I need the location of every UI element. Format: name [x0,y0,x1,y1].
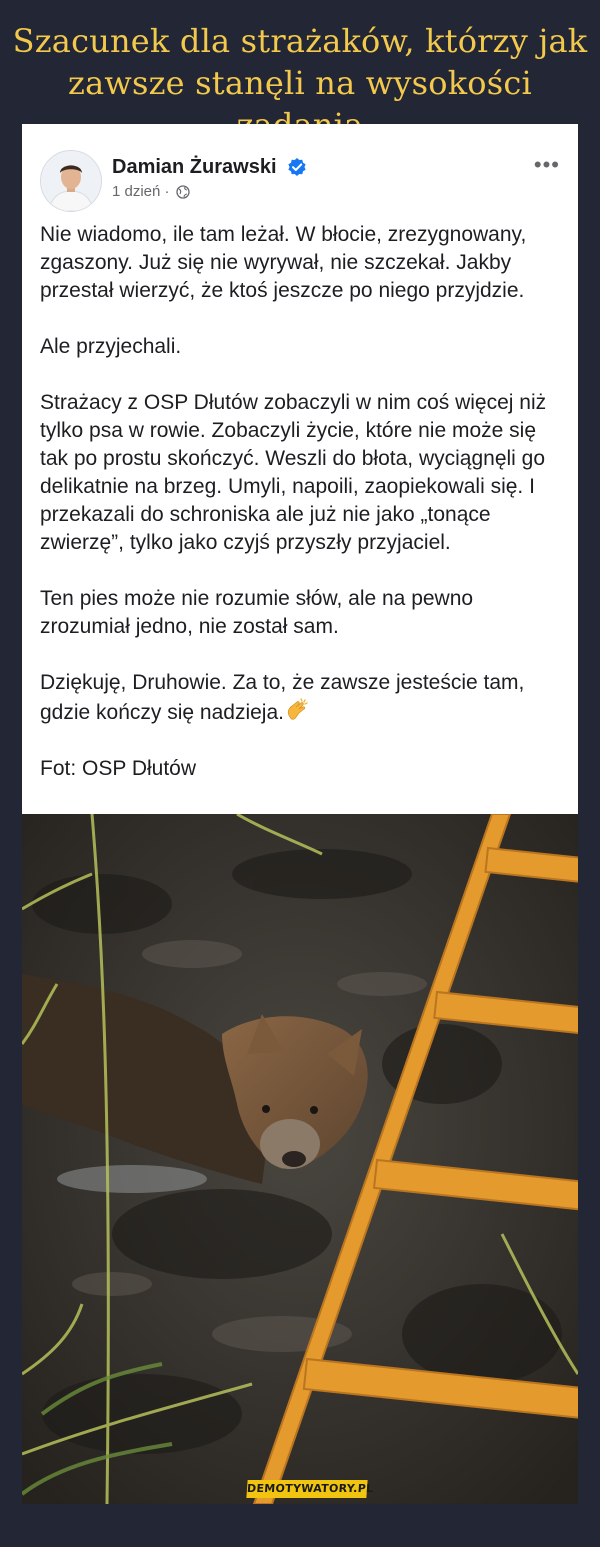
post-meta: 1 dzień · [112,182,307,202]
post-photo[interactable]: DEMOTYWATORY.PL [22,814,578,1504]
clapping-hands-icon [284,697,310,723]
photo-credit: Fot: OSP Dłutów [40,757,197,780]
post-paragraph: Strażacy z OSP Dłutów zobaczyli w nim co… [40,391,547,554]
post-paragraph: Ale przyjechali. [40,335,182,358]
watermark-logo: DEMOTYWATORY.PL [246,1480,374,1498]
headline-line-1: Szacunek dla strażaków, którzy jak [12,22,588,60]
author-name[interactable]: Damian Żurawski [112,154,277,180]
post-header: Damian Żurawski 1 dzień · ••• [40,150,560,212]
globe-icon [176,185,190,199]
facebook-post-card: Damian Żurawski 1 dzień · ••• Nie wiadom… [22,124,578,1504]
post-paragraph: Ten pies może nie rozumie słów, ale na p… [40,587,474,638]
author-block: Damian Żurawski 1 dzień · [112,154,307,202]
more-options-button[interactable]: ••• [534,154,560,176]
verified-badge-icon [287,157,307,177]
post-time[interactable]: 1 dzień [112,183,160,200]
meta-separator: · [164,183,170,201]
post-paragraph: Nie wiadomo, ile tam leżał. W błocie, zr… [40,223,527,302]
post-paragraph-with-emoji: Dziękuję, Druhowie. Za to, że zawsze jes… [40,669,560,727]
post-text: Nie wiadomo, ile tam leżał. W błocie, zr… [40,221,560,783]
avatar[interactable] [40,150,102,212]
post-paragraph: Dziękuję, Druhowie. Za to, że zawsze jes… [40,671,525,724]
